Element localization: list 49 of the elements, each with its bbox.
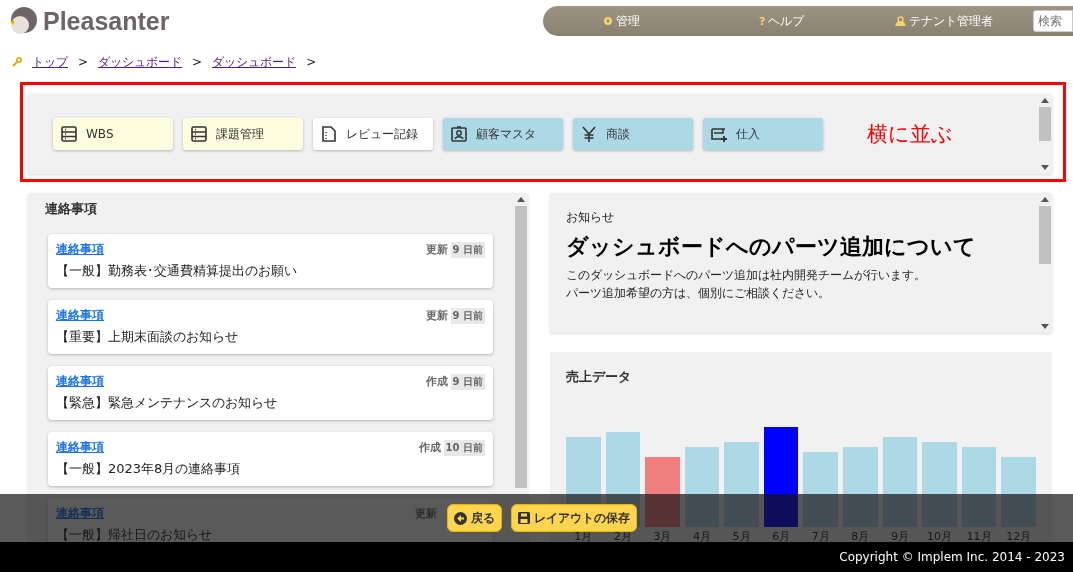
announcement-text: パーツ追加希望の方は、個別にご相談ください。 xyxy=(566,285,831,302)
quick-link-button[interactable]: 仕入 xyxy=(703,118,823,150)
notice-link[interactable]: 連絡事項 xyxy=(56,439,104,456)
table-icon xyxy=(191,125,208,143)
copyright-text: Copyright © Implem Inc. 2014 - 2023 xyxy=(839,550,1065,564)
quick-link-button[interactable]: レビュー記録 xyxy=(313,118,433,150)
announcement-heading: ダッシュボードへのパーツ追加について xyxy=(566,233,977,261)
notice-link[interactable]: 連絡事項 xyxy=(56,241,104,258)
quick-link-button[interactable]: 課題管理 xyxy=(183,118,303,150)
age-badge: 9 日前 xyxy=(450,307,485,324)
notice-title: 【一般】勤務表･交通費精算提出のお願い xyxy=(56,262,298,280)
table-icon xyxy=(61,125,78,143)
age-badge: 9 日前 xyxy=(450,241,485,258)
panel-title: お知らせ xyxy=(566,209,615,226)
notice-link[interactable]: 連絡事項 xyxy=(56,307,104,324)
bird-logo-icon xyxy=(8,6,38,36)
app-logo-text: Pleasanter xyxy=(43,6,170,36)
contact-card-icon xyxy=(451,125,468,143)
breadcrumb-separator: > xyxy=(78,55,89,69)
panel-title: 連絡事項 xyxy=(45,200,98,218)
breadcrumb-link[interactable]: ダッシュボード xyxy=(212,53,297,71)
notice-title: 【一般】2023年8月の連絡事項 xyxy=(56,460,242,478)
key-icon xyxy=(12,57,22,67)
age-badge: 9 日前 xyxy=(450,373,485,390)
yen-icon xyxy=(581,125,598,143)
update-label: 更新 xyxy=(425,308,448,323)
quick-link-button[interactable]: WBS xyxy=(53,118,173,150)
action-button[interactable]: 戻る xyxy=(447,504,502,532)
notice-title: 【緊急】緊急メンテナンスのお知らせ xyxy=(56,394,278,412)
panel-title: 売上データ xyxy=(566,368,632,386)
back-arrow-icon xyxy=(454,511,467,525)
quick-link-button[interactable]: 商談 xyxy=(573,118,693,150)
notice-title: 【重要】上期末面談のお知らせ xyxy=(56,328,239,346)
breadcrumb-separator: > xyxy=(306,55,317,69)
update-label: 作成 xyxy=(418,440,441,455)
user-icon xyxy=(895,16,906,26)
annotation-text: 横に並ぶ xyxy=(867,121,953,148)
age-badge: 10 日前 xyxy=(443,439,485,456)
update-label: 更新 xyxy=(425,242,448,257)
search-field[interactable]: 検索 xyxy=(1033,10,1073,32)
quick-link-button[interactable]: 顧客マスタ xyxy=(443,118,563,150)
update-label: 作成 xyxy=(425,374,448,389)
notice-link[interactable]: 連絡事項 xyxy=(56,373,104,390)
breadcrumb-separator: > xyxy=(192,55,203,69)
breadcrumb-link[interactable]: ダッシュボード xyxy=(98,53,183,71)
action-button[interactable]: レイアウトの保存 xyxy=(511,504,637,532)
breadcrumb-link[interactable]: トップ xyxy=(32,53,68,71)
document-icon xyxy=(321,125,338,143)
announcement-text: このダッシュボードへのパーツ追加は社内開発チームが行います。 xyxy=(566,267,927,284)
